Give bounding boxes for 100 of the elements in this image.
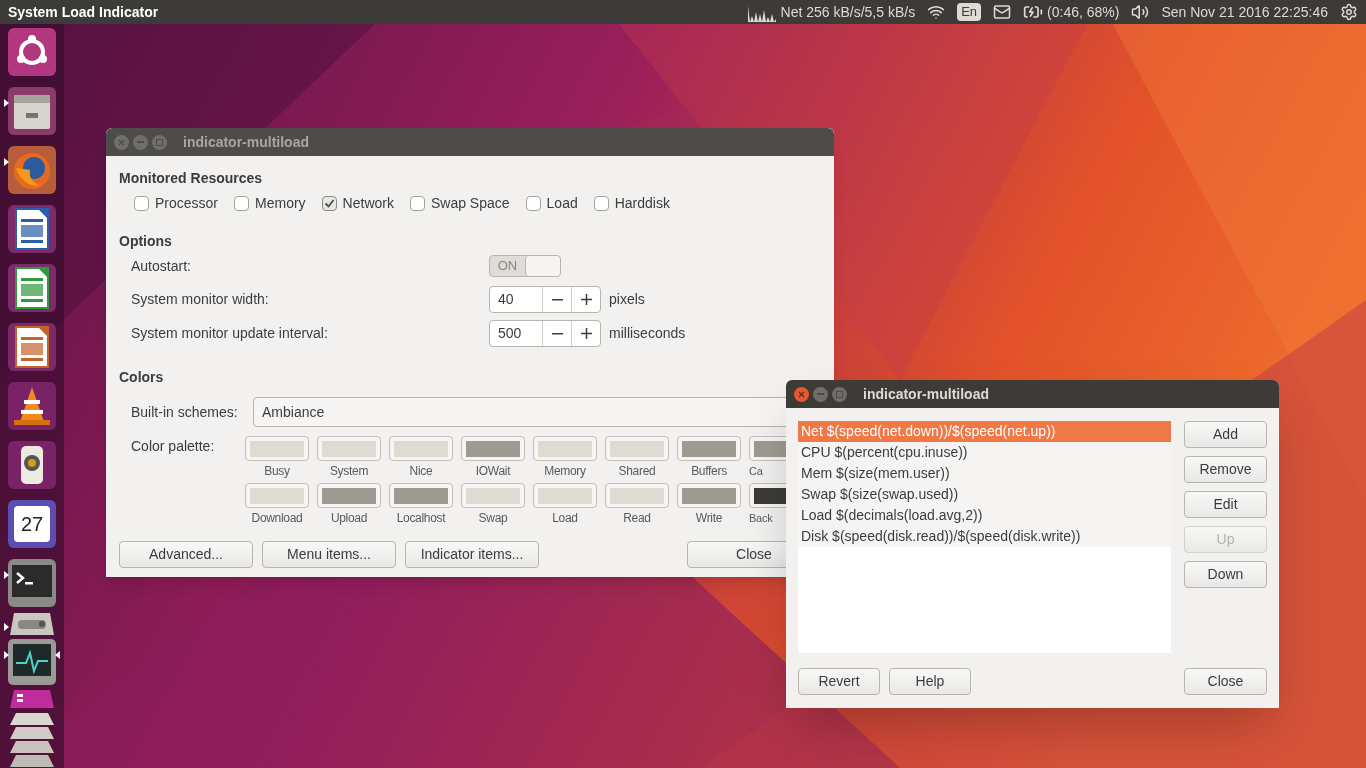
color-swatch-button[interactable]	[317, 436, 381, 461]
close-window-button[interactable]	[114, 134, 129, 150]
swatch-label: Download	[251, 510, 303, 527]
volume-icon[interactable]	[1131, 3, 1150, 21]
color-swatch-button[interactable]	[389, 436, 453, 461]
spin-field[interactable]: 40	[489, 286, 601, 313]
checkbox[interactable]	[409, 195, 425, 211]
workspace-switcher-icon[interactable]	[8, 689, 56, 709]
close-icon	[118, 138, 125, 146]
color-swatch-button[interactable]	[605, 483, 669, 508]
file-cabinet-icon[interactable]	[8, 87, 56, 135]
traffic-cone-icon[interactable]	[8, 382, 56, 430]
window-title: indicator-multiload	[183, 132, 309, 152]
checkbox-label: Load	[546, 193, 578, 213]
dialog-button[interactable]: Revert	[798, 668, 880, 695]
settings-icon[interactable]	[1340, 3, 1358, 21]
field-label: System monitor update interval:	[131, 324, 329, 343]
close-button[interactable]: Close	[1184, 668, 1267, 695]
field-label: Color palette:	[131, 437, 216, 456]
section-title: Monitored Resources	[119, 169, 264, 188]
color-swatch-button[interactable]	[461, 483, 525, 508]
maximize-icon	[836, 390, 843, 398]
list-item[interactable]: Load $(decimals(load.avg,2))	[798, 505, 1171, 526]
clock[interactable]: Sen Nov 21 2016 22:25:46	[1161, 1, 1328, 23]
swatch-label: IOWait	[475, 463, 511, 480]
checkbox[interactable]	[321, 195, 337, 211]
list-item[interactable]: CPU $(percent(cpu.inuse))	[798, 442, 1171, 463]
resource-checkbox[interactable]: Memory	[234, 192, 306, 214]
system-monitor-icon[interactable]	[8, 639, 56, 685]
checkbox-label: Network	[342, 193, 394, 213]
list-item[interactable]: Disk $(speed(disk.read))/$(speed(disk.write))	[798, 526, 1171, 547]
window-title: indicator-multiload	[863, 384, 989, 404]
color-swatch-button[interactable]	[389, 483, 453, 508]
maximize-window-button[interactable]	[152, 134, 167, 150]
ubuntu-logo-icon[interactable]	[8, 28, 56, 76]
swatch-label: Write	[695, 510, 723, 527]
color-swatch-button[interactable]	[245, 483, 309, 508]
firefox-icon[interactable]	[8, 146, 56, 194]
color-swatch-button[interactable]	[245, 436, 309, 461]
swatch-label: System	[329, 463, 369, 480]
checkmark-icon	[323, 197, 335, 209]
battery-status[interactable]: (0:46, 68%)	[1047, 1, 1120, 23]
checkbox-label: Processor	[155, 193, 219, 213]
color-swatch-button[interactable]	[317, 483, 381, 508]
list-action-button[interactable]: Down	[1184, 561, 1267, 588]
list-item[interactable]: Swap $(size(swap.used))	[798, 484, 1171, 505]
list-action-button[interactable]: Edit	[1184, 491, 1267, 518]
presentation-icon[interactable]	[8, 323, 56, 371]
plus-icon	[580, 328, 592, 339]
checkbox[interactable]	[593, 195, 609, 211]
dialog-button[interactable]: Advanced...	[119, 541, 253, 568]
close-icon	[798, 390, 805, 398]
color-swatch-button[interactable]	[533, 483, 597, 508]
color-swatch-button[interactable]	[605, 436, 669, 461]
minimize-window-button[interactable]	[133, 134, 148, 150]
stacked-drives-icon[interactable]	[8, 711, 56, 767]
dialog-button[interactable]: Menu items...	[262, 541, 396, 568]
swatch-label: Buffers	[691, 463, 727, 480]
minus-icon	[551, 298, 563, 301]
app-title: System Load Indicator	[8, 2, 159, 22]
swatch-label: Upload	[330, 510, 368, 527]
drive-icon[interactable]	[8, 611, 56, 637]
spin-field[interactable]: 500	[489, 320, 601, 347]
swatch-label: Back	[749, 511, 773, 526]
wifi-icon[interactable]	[927, 3, 946, 21]
list-item[interactable]: Mem $(size(mem.user))	[798, 463, 1171, 484]
resource-checkbox[interactable]: Load	[525, 192, 578, 214]
color-swatch-button[interactable]	[461, 436, 525, 461]
resource-checkbox[interactable]: Network	[321, 192, 394, 214]
resource-checkbox[interactable]: Harddisk	[593, 192, 670, 214]
list-action-button[interactable]: Remove	[1184, 456, 1267, 483]
dialog-button[interactable]: Help	[889, 668, 971, 695]
minimize-icon	[817, 393, 824, 395]
speaker-icon[interactable]	[8, 441, 56, 489]
field-label: Autostart:	[131, 256, 192, 276]
resource-checkbox[interactable]: Swap Space	[409, 192, 510, 214]
dialog-button[interactable]: Indicator items...	[405, 541, 539, 568]
minimize-window-button[interactable]	[813, 386, 828, 402]
mail-icon[interactable]	[993, 3, 1012, 21]
checkbox[interactable]	[234, 195, 250, 211]
terminal-icon[interactable]	[8, 559, 56, 607]
document-icon[interactable]	[8, 205, 56, 253]
spreadsheet-icon[interactable]	[8, 264, 56, 312]
resource-checkbox[interactable]: Processor	[134, 192, 219, 214]
maximize-window-button[interactable]	[832, 386, 847, 402]
checkbox[interactable]	[525, 195, 541, 211]
color-swatch-button[interactable]	[533, 436, 597, 461]
keyboard-layout[interactable]: En	[957, 3, 982, 21]
field-label: Built-in schemes:	[131, 402, 239, 422]
color-swatch-button[interactable]	[677, 483, 741, 508]
close-window-button[interactable]	[794, 386, 809, 402]
checkbox[interactable]	[134, 195, 149, 211]
list-action-button[interactable]: Add	[1184, 421, 1267, 448]
swatch-label: Load	[552, 510, 578, 527]
network-speed[interactable]: Net 256 kB/s/5,5 kB/s	[780, 1, 916, 23]
swatch-label: Localhost	[396, 510, 446, 527]
calendar-icon[interactable]: 27	[8, 500, 56, 548]
color-swatch-button[interactable]	[677, 436, 741, 461]
swatch-label: Swap	[478, 510, 508, 527]
checkbox-label: Harddisk	[614, 193, 670, 213]
